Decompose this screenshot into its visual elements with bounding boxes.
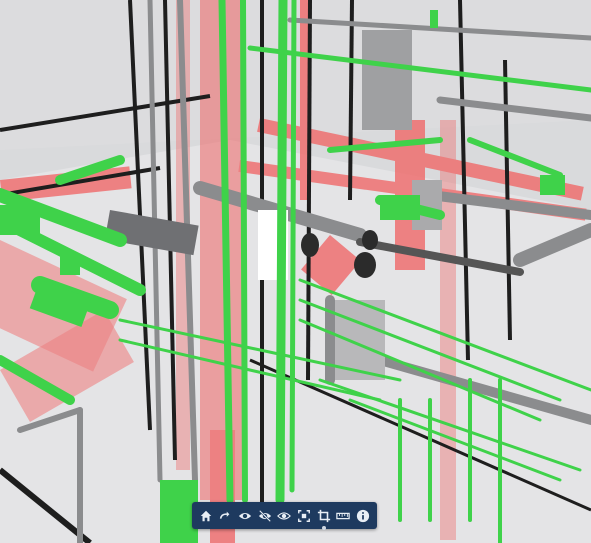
info-icon (356, 509, 370, 522)
info-button[interactable] (354, 507, 372, 525)
measure-button[interactable] (334, 507, 352, 525)
eye-off-icon (258, 509, 271, 522)
3d-viewport[interactable] (0, 0, 591, 543)
redo-icon (220, 511, 230, 519)
redo-button[interactable] (216, 507, 234, 525)
hide-button[interactable] (256, 507, 274, 525)
crop-icon (317, 509, 330, 522)
section-button[interactable] (315, 507, 333, 530)
model-scene[interactable] (0, 0, 591, 543)
fit-to-view-button[interactable] (295, 507, 313, 525)
fit-to-view-icon (298, 509, 311, 522)
home-button[interactable] (197, 507, 215, 525)
eye-icon (239, 512, 252, 519)
ruler-icon (336, 512, 351, 519)
isolate-button[interactable] (275, 507, 293, 525)
show-button[interactable] (236, 507, 254, 525)
viewer-toolbar (192, 502, 377, 530)
air-handler-unit (362, 30, 412, 130)
home-icon (200, 510, 212, 521)
eye-outline-icon (277, 511, 292, 520)
